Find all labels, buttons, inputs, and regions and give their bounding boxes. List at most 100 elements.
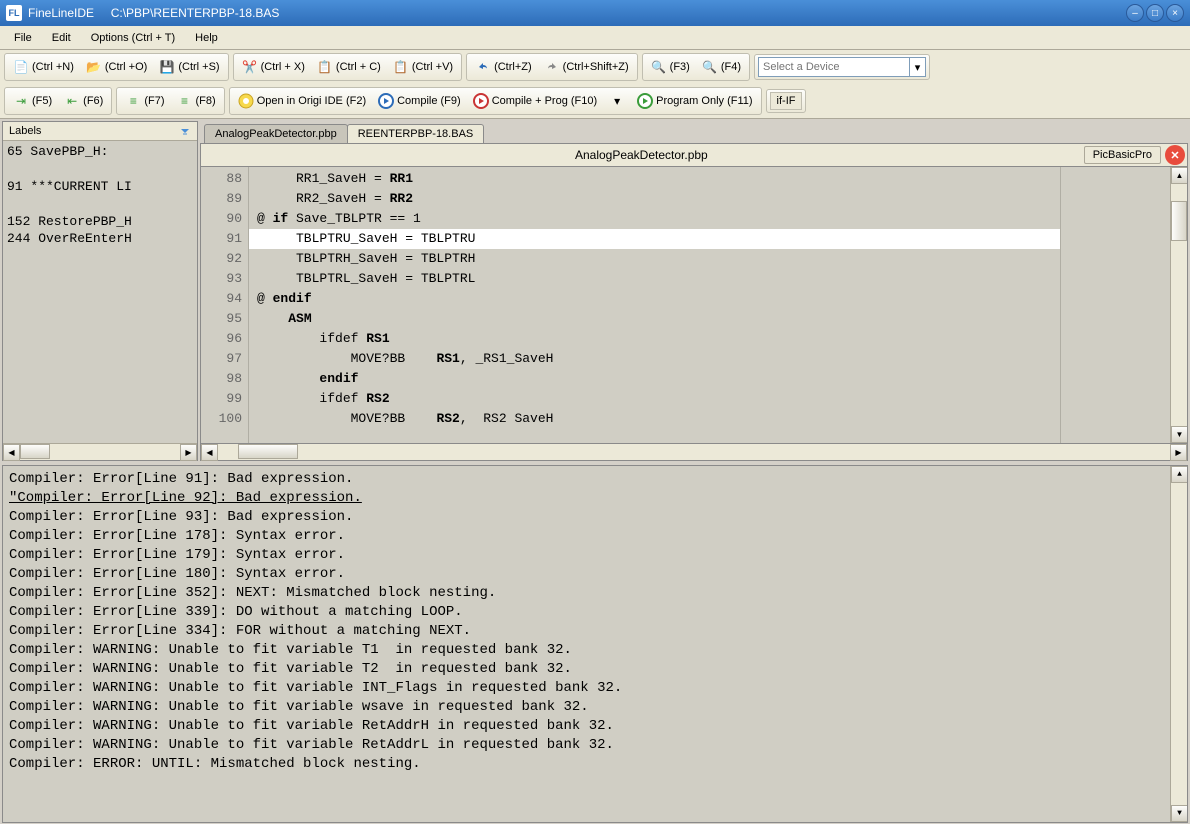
output-panel: Compiler: Error[Line 91]: Bad expression… [2,465,1188,823]
code-line[interactable]: @ if Save_TBLPTR == 1 [249,209,1060,229]
close-tab-button[interactable]: ✕ [1165,145,1185,165]
copy-icon: 📋 [317,59,333,75]
search-icon: 🔍 [651,59,667,75]
code-container: 888990919293949596979899100 RR1_SaveH = … [200,167,1188,444]
menu-edit[interactable]: Edit [42,28,81,48]
output-line: Compiler: Error[Line 339]: DO without a … [9,603,1164,622]
file-path: C:\PBP\REENTERPBP-18.BAS [111,6,280,20]
compile-icon [378,93,394,109]
scroll-thumb[interactable] [20,444,50,459]
label-item[interactable] [3,195,197,213]
menu-options[interactable]: Options (Ctrl + T) [81,28,185,48]
label-item[interactable]: 65 SavePBP_H: [3,143,197,160]
cut-button[interactable]: ✂️(Ctrl + X) [237,56,310,78]
scroll-up-icon[interactable]: ▲ [1171,466,1188,483]
device-select[interactable]: ▾ [758,57,926,77]
minimize-button[interactable]: ‒ [1126,4,1144,22]
editor-vscroll[interactable]: ▲ ▼ [1170,167,1187,443]
dropdown-arrow[interactable]: ▾ [604,90,630,112]
scroll-down-icon[interactable]: ▼ [1171,805,1188,822]
label-item[interactable]: 91 ***CURRENT LI [3,178,197,195]
menu-file[interactable]: File [4,28,42,48]
compile-prog-icon [473,93,489,109]
labels-header[interactable]: Labels [3,122,197,141]
scroll-up-icon[interactable]: ▲ [1171,167,1188,184]
label-item[interactable]: 152 RestorePBP_H [3,213,197,230]
vscroll-thumb[interactable] [1171,201,1187,241]
open-button[interactable]: 📂(Ctrl +O) [81,56,152,78]
copy-button[interactable]: 📋(Ctrl + C) [312,56,386,78]
program-icon [637,93,653,109]
code-line[interactable]: ifdef RS1 [249,329,1060,349]
code-line[interactable]: RR1_SaveH = RR1 [249,169,1060,189]
indent-left-f6[interactable]: ⇤(F6) [59,90,108,112]
redo-button[interactable]: (Ctrl+Shift+Z) [539,56,634,78]
labels-list[interactable]: 65 SavePBP_H: 91 ***CURRENT LI 152 Restore… [3,141,197,443]
label-item[interactable]: 244 OverReEnterH [3,230,197,247]
new-button[interactable]: 📄(Ctrl +N) [8,56,79,78]
block-f7[interactable]: ≡(F7) [120,90,169,112]
program-only-button[interactable]: Program Only (F11) [632,90,757,112]
menu-help[interactable]: Help [185,28,228,48]
device-input[interactable] [759,61,909,73]
label-item[interactable] [3,160,197,178]
labels-title: Labels [9,125,41,137]
scroll-down-icon[interactable]: ▼ [1171,426,1188,443]
code-area[interactable]: RR1_SaveH = RR1 RR2_SaveH = RR2@ if Save… [249,167,1060,443]
editor-header: AnalogPeakDetector.pbp PicBasicPro ✕ [200,143,1188,167]
code-line[interactable]: RR2_SaveH = RR2 [249,189,1060,209]
output-line: Compiler: Error[Line 352]: NEXT: Mismatc… [9,584,1164,603]
labels-dropdown-icon[interactable] [179,125,191,137]
labels-hscroll[interactable]: ◀ ▶ [3,443,197,460]
block-f8[interactable]: ≡(F8) [172,90,221,112]
output-line: Compiler: Error[Line 178]: Syntax error. [9,527,1164,546]
output-vscroll[interactable]: ▲ ▼ [1170,466,1187,822]
code-line[interactable]: MOVE?BB RS2, RS2 SaveH [249,409,1060,429]
indent-left-f5[interactable]: ⇥(F5) [8,90,57,112]
labels-panel: Labels 65 SavePBP_H: 91 ***CURRENT LI 152 … [2,121,198,461]
main-area: Labels 65 SavePBP_H: 91 ***CURRENT LI 152 … [0,119,1190,463]
undo-button[interactable]: (Ctrl+Z) [470,56,537,78]
tab[interactable]: REENTERPBP-18.BAS [347,124,485,143]
scroll-right-icon[interactable]: ▶ [180,444,197,461]
editor-hscroll[interactable]: ◀ ▶ [200,444,1188,461]
code-line[interactable]: TBLPTRL_SaveH = TBLPTRL [249,269,1060,289]
compile-button[interactable]: Compile (F9) [373,90,466,112]
code-line[interactable]: endif [249,369,1060,389]
scroll-left-icon[interactable]: ◀ [201,444,218,461]
code-line[interactable]: ifdef RS2 [249,389,1060,409]
orig-ide-icon [238,93,254,109]
paste-button[interactable]: 📋(Ctrl +V) [388,56,458,78]
maximize-button[interactable]: □ [1146,4,1164,22]
code-line[interactable]: TBLPTRH_SaveH = TBLPTRH [249,249,1060,269]
device-dropdown-icon[interactable]: ▾ [909,58,925,76]
hscroll-thumb[interactable] [238,444,298,459]
output-line: Compiler: Error[Line 180]: Syntax error. [9,565,1164,584]
save-button[interactable]: 💾(Ctrl +S) [154,56,224,78]
language-badge: PicBasicPro [1084,146,1161,164]
undo-icon [475,59,491,75]
indent-icon: ⇥ [13,93,29,109]
find-button[interactable]: 🔍(F3) [646,56,695,78]
output-line: Compiler: WARNING: Unable to fit variabl… [9,717,1164,736]
titlebar: FL FineLineIDE C:\PBP\REENTERPBP-18.BAS … [0,0,1190,26]
code-line[interactable]: TBLPTRU_SaveH = TBLPTRU [249,229,1060,249]
tab[interactable]: AnalogPeakDetector.pbp [204,124,348,143]
output-content[interactable]: Compiler: Error[Line 91]: Bad expression… [3,466,1170,822]
right-margin [1060,167,1170,443]
scroll-right-icon[interactable]: ▶ [1170,444,1187,461]
menubar: File Edit Options (Ctrl + T) Help [0,26,1190,50]
save-icon: 💾 [159,59,175,75]
code-line[interactable]: ASM [249,309,1060,329]
output-line: Compiler: Error[Line 179]: Syntax error. [9,546,1164,565]
code-line[interactable]: MOVE?BB RS1, _RS1_SaveH [249,349,1060,369]
compile-prog-button[interactable]: Compile + Prog (F10) [468,90,602,112]
open-orig-ide-button[interactable]: Open in Origi IDE (F2) [233,90,371,112]
scroll-left-icon[interactable]: ◀ [3,444,20,461]
close-window-button[interactable]: × [1166,4,1184,22]
redo-icon [544,59,560,75]
code-line[interactable]: @ endif [249,289,1060,309]
output-line: Compiler: Error[Line 93]: Bad expression… [9,508,1164,527]
findnext-button[interactable]: 🔍(F4) [697,56,746,78]
block-indent-icon: ≡ [125,93,141,109]
